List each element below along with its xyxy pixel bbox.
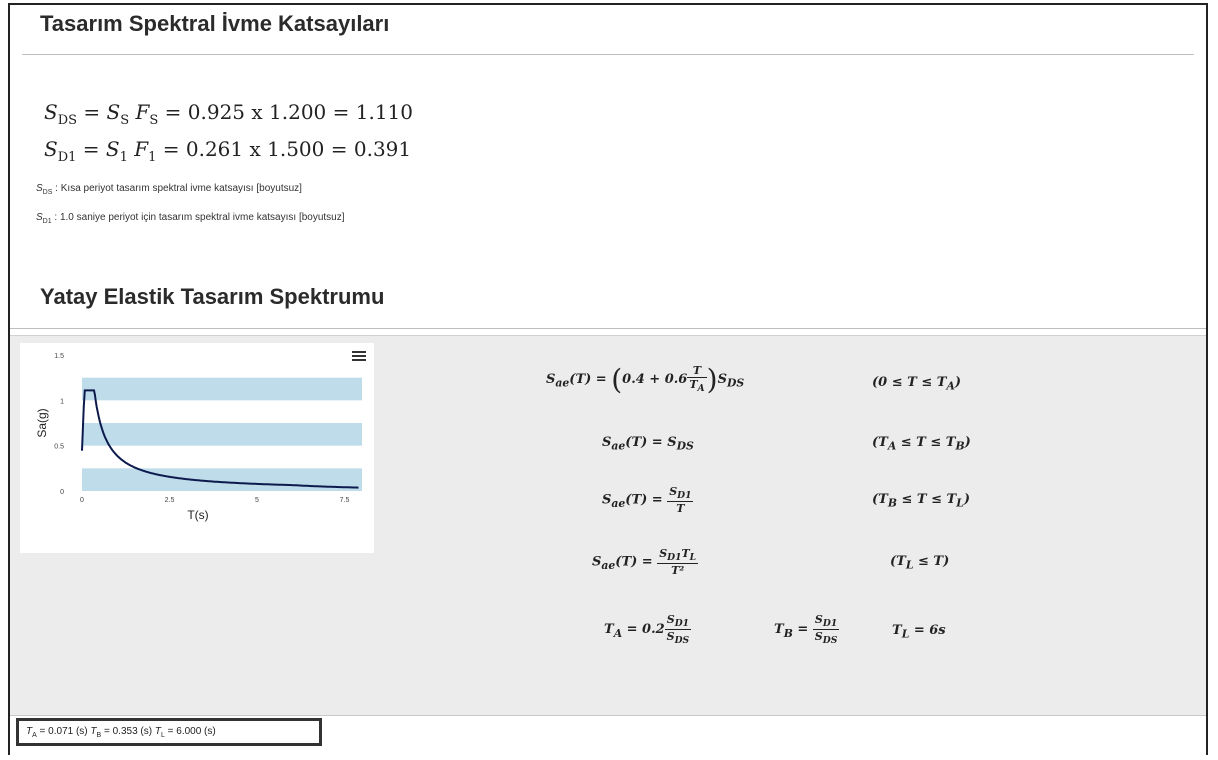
x-tick-label: 2.5 — [165, 497, 175, 504]
x-tick-label: 5 — [255, 497, 259, 504]
y-tick-label: 1 — [60, 398, 64, 405]
divider — [22, 54, 1194, 55]
x-tick-label: 0 — [80, 497, 84, 504]
x-tick-label: 7.5 — [340, 497, 350, 504]
y-tick-label: 0.5 — [54, 444, 64, 451]
formula-sae-plateau: Sae(T) = SDS — [602, 435, 694, 453]
equation-sds: SDS = SS FS = 0.925 x 1.200 = 1.110 — [44, 100, 414, 128]
plot-band — [82, 468, 362, 491]
plot-band — [82, 423, 362, 446]
note-sd1: SD1 : 1.0 saniye periyot için tasarım sp… — [36, 212, 345, 225]
formula-sae-displacement: Sae(T) = SD1TL T² — [592, 547, 699, 578]
y-axis-label: Sa(g) — [35, 408, 49, 437]
section-title-spectral-coefficients: Tasarım Spektral İvme Katsayıları — [40, 11, 390, 36]
condition-ramp: (0 ≤ T ≤ TA) — [872, 375, 961, 393]
divider — [10, 715, 1206, 716]
formula-tl: TL = 6s — [892, 623, 946, 641]
formula-tb: TB = SD1 SDS — [774, 613, 840, 647]
note-sds: SDS : Kısa periyot tasarım spektral ivme… — [36, 183, 302, 196]
equation-sd1: SD1 = S1 F1 = 0.261 x 1.500 = 0.391 — [44, 137, 412, 165]
spectrum-chart: 0 0.5 1 1.5 0 2.5 5 7.5 T(s) Sa(g) — [20, 343, 374, 553]
x-axis-label: T(s) — [187, 508, 208, 522]
formula-sae-ramp: Sae(T) = (0.4 + 0.6 T TA)SDS — [546, 363, 745, 396]
condition-velocity: (TB ≤ T ≤ TL) — [872, 492, 971, 510]
y-tick-label: 0 — [60, 489, 64, 496]
formula-ta: TA = 0.2 SD1 SDS — [604, 613, 692, 647]
plot-band — [82, 377, 362, 401]
y-tick-label: 1.5 — [54, 353, 64, 360]
page-frame: Tasarım Spektral İvme Katsayıları SDS = … — [8, 3, 1208, 755]
corner-periods-summary: TA = 0.071 (s) TB = 0.353 (s) TL = 6.000… — [16, 718, 322, 746]
condition-displacement: (TL ≤ T) — [890, 554, 950, 572]
hamburger-menu-icon[interactable] — [352, 351, 366, 361]
section-title-horizontal-spectrum: Yatay Elastik Tasarım Spektrumu — [40, 284, 385, 309]
formula-sae-velocity: Sae(T) = SD1 T — [602, 485, 694, 516]
divider — [10, 328, 1206, 329]
spectrum-chart-svg: 0 0.5 1 1.5 0 2.5 5 7.5 T(s) Sa(g) — [35, 353, 362, 522]
condition-plateau: (TA ≤ T ≤ TB) — [872, 435, 971, 453]
